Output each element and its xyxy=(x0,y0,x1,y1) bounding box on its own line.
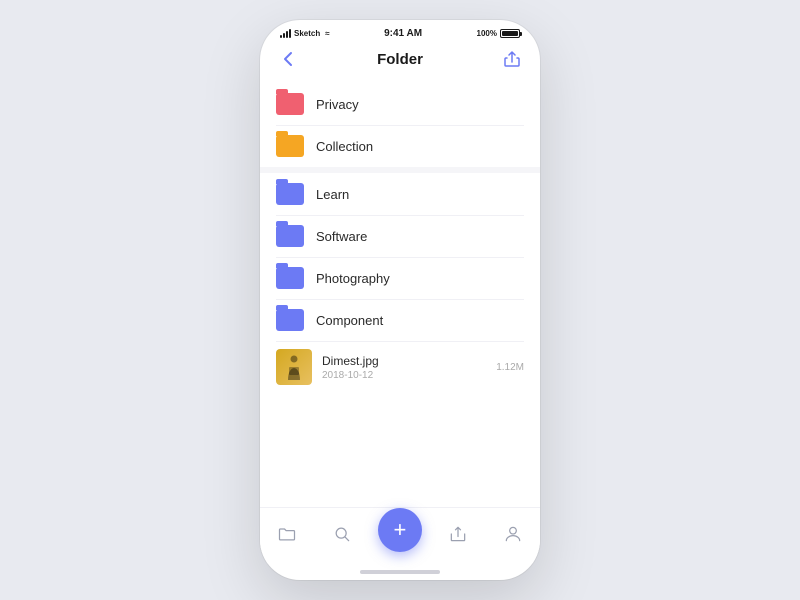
status-left: Sketch ≈ xyxy=(280,29,330,38)
folder-item-privacy[interactable]: Privacy xyxy=(260,83,540,125)
folder-item-collection[interactable]: Collection xyxy=(260,125,540,167)
file-name-dimest: Dimest.jpg xyxy=(322,354,496,368)
folder-item-photography[interactable]: Photography xyxy=(260,257,540,299)
folder-icon-photography xyxy=(276,267,304,289)
share-button[interactable] xyxy=(500,47,524,71)
section-top: Privacy Collection xyxy=(260,83,540,167)
home-bar xyxy=(360,570,440,574)
status-bar: Sketch ≈ 9:41 AM 100% xyxy=(260,20,540,43)
nav-search-button[interactable] xyxy=(324,516,360,552)
folder-name-privacy: Privacy xyxy=(316,97,359,112)
file-thumbnail-dimest xyxy=(276,349,312,385)
search-icon xyxy=(332,524,352,544)
folder-icon-collection xyxy=(276,135,304,157)
home-indicator xyxy=(260,564,540,580)
folder-item-software[interactable]: Software xyxy=(260,215,540,257)
signal-bar-3 xyxy=(286,31,288,38)
battery-percent: 100% xyxy=(477,29,497,38)
folder-name-collection: Collection xyxy=(316,139,373,154)
folder-item-component[interactable]: Component xyxy=(260,299,540,341)
nav-user-button[interactable] xyxy=(495,516,531,552)
signal-bar-4 xyxy=(289,29,291,38)
file-item-dimest[interactable]: Dimest.jpg 2018-10-12 1.12M xyxy=(260,341,540,393)
dimest-preview xyxy=(276,349,312,385)
dimest-figure-icon xyxy=(285,354,303,380)
battery-icon xyxy=(500,29,520,38)
folder-name-software: Software xyxy=(316,229,367,244)
status-right: 100% xyxy=(477,29,520,38)
header: Folder xyxy=(260,43,540,79)
folder-icon-learn xyxy=(276,183,304,205)
folder-icon-privacy xyxy=(276,93,304,115)
signal-bar-1 xyxy=(280,35,282,38)
battery-fill xyxy=(502,31,518,36)
section-main: Learn Software Photography Component xyxy=(260,173,540,393)
folder-name-component: Component xyxy=(316,313,383,328)
nav-folder-icon xyxy=(277,524,297,544)
carrier-name: Sketch xyxy=(294,29,320,38)
folder-item-learn[interactable]: Learn xyxy=(260,173,540,215)
add-icon: + xyxy=(394,519,407,541)
signal-bars-icon xyxy=(280,30,291,38)
add-button[interactable]: + xyxy=(378,508,422,552)
bottom-nav: + xyxy=(260,507,540,564)
back-icon xyxy=(283,51,293,67)
signal-bar-2 xyxy=(283,33,285,38)
battery-bar xyxy=(500,29,520,38)
nav-share-icon xyxy=(448,524,468,544)
share-icon xyxy=(503,50,521,68)
wifi-icon: ≈ xyxy=(325,29,329,38)
folder-name-learn: Learn xyxy=(316,187,349,202)
file-info-dimest: Dimest.jpg 2018-10-12 xyxy=(322,354,496,381)
content-area: Privacy Collection Learn Software Photog… xyxy=(260,79,540,507)
file-date-dimest: 2018-10-12 xyxy=(322,370,496,381)
phone-shell: Sketch ≈ 9:41 AM 100% Folder xyxy=(260,20,540,580)
nav-folder-button[interactable] xyxy=(269,516,305,552)
page-title: Folder xyxy=(377,51,423,68)
folder-icon-component xyxy=(276,309,304,331)
folder-icon-software xyxy=(276,225,304,247)
back-button[interactable] xyxy=(276,47,300,71)
nav-share-button[interactable] xyxy=(440,516,476,552)
status-time: 9:41 AM xyxy=(384,28,422,39)
user-icon xyxy=(503,524,523,544)
file-size-dimest: 1.12M xyxy=(496,362,524,373)
folder-name-photography: Photography xyxy=(316,271,390,286)
